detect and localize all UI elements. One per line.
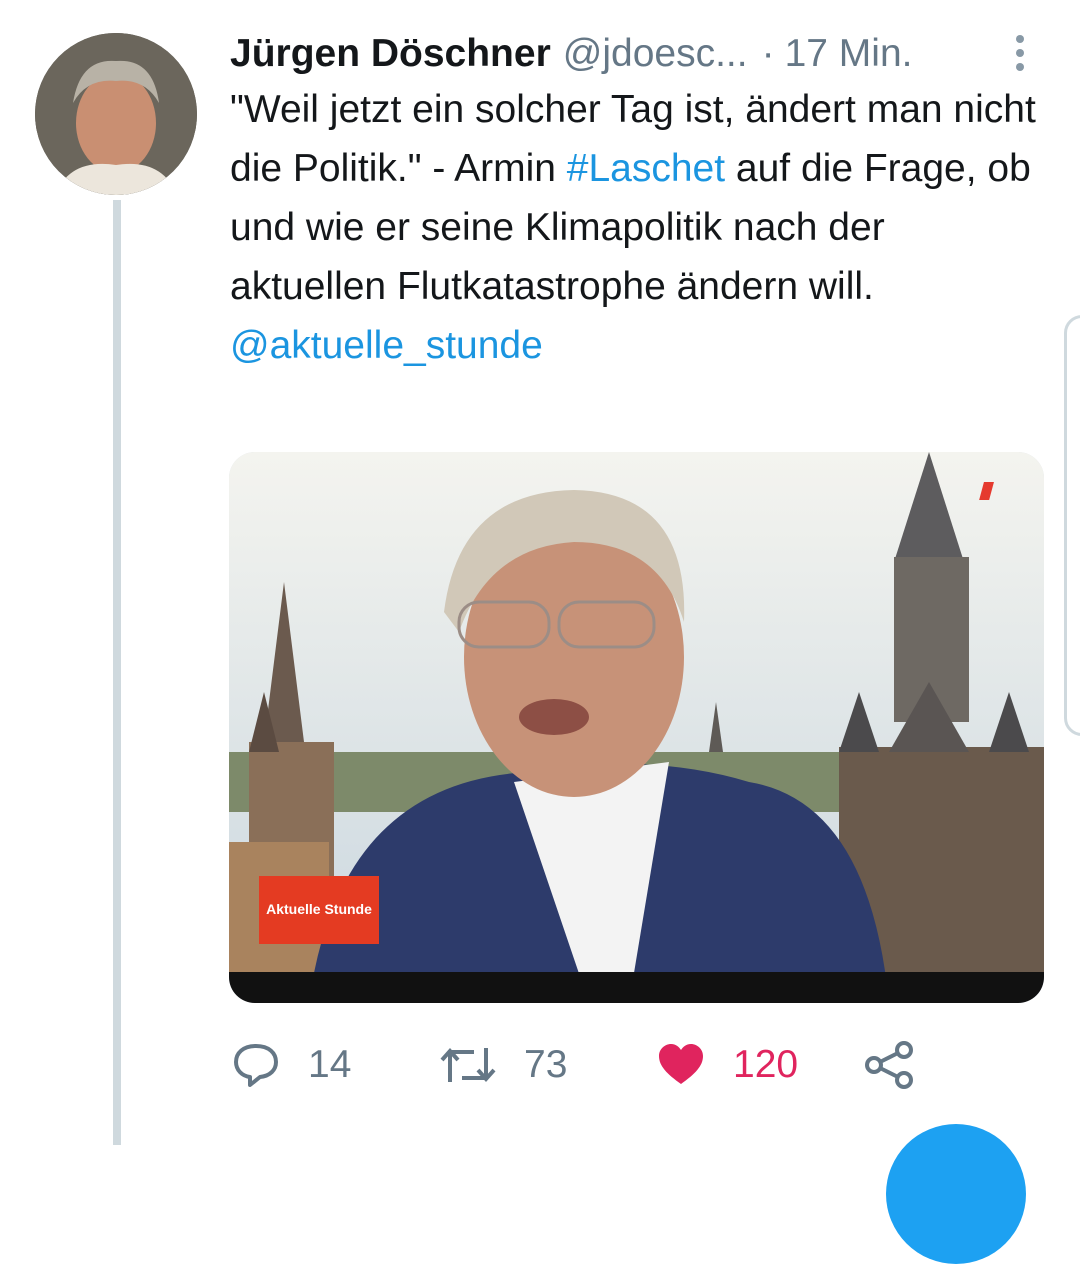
heart-icon	[659, 1044, 703, 1084]
tweet-text: "Weil jetzt ein solcher Tag ist, ändert …	[230, 80, 1050, 375]
hashtag-link[interactable]: #Laschet	[567, 147, 725, 190]
like-count: 120	[733, 1043, 799, 1086]
author-handle[interactable]: @jdoesc...	[563, 32, 748, 76]
reply-icon	[234, 1044, 278, 1087]
thread-connector-line	[113, 200, 121, 1145]
more-vertical-icon[interactable]	[1008, 32, 1032, 72]
mention-link[interactable]: @aktuelle_stunde	[230, 324, 543, 367]
tweet-timestamp[interactable]: 17 Min.	[785, 32, 913, 76]
reply-button[interactable]: 14	[232, 1030, 351, 1100]
side-panel-handle[interactable]	[1064, 315, 1080, 736]
author-avatar[interactable]	[35, 33, 197, 195]
tweet-actions: 14 73 120	[232, 1030, 932, 1100]
retweet-count: 73	[524, 1043, 568, 1086]
tweet-media-image[interactable]: Aktuelle Stunde	[229, 452, 1044, 1003]
retweet-icon	[440, 1047, 496, 1083]
like-button[interactable]: 120	[657, 1030, 798, 1100]
header-separator: ·	[761, 32, 775, 75]
author-name[interactable]: Jürgen Döschner	[230, 32, 551, 76]
reply-count: 14	[308, 1043, 352, 1086]
share-button[interactable]	[864, 1030, 942, 1100]
avatar-image	[35, 33, 197, 195]
retweet-button[interactable]: 73	[440, 1030, 567, 1100]
lower-third-label: Aktuelle Stunde	[266, 901, 372, 917]
compose-fab-button[interactable]	[886, 1124, 1026, 1264]
tweet-header: Jürgen Döschner @jdoesc... · 17 Min.	[230, 26, 1010, 82]
share-icon	[865, 1041, 913, 1089]
